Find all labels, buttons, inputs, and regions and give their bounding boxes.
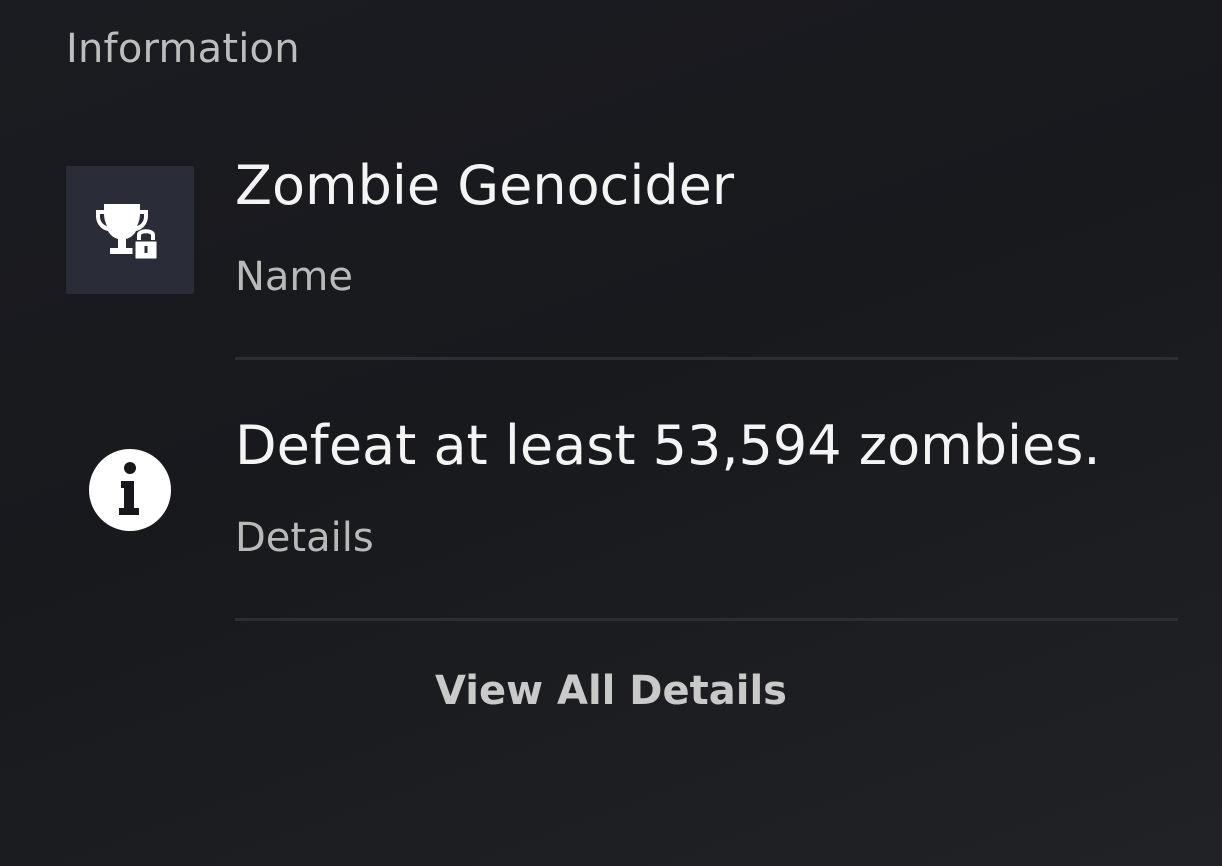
info-icon bbox=[88, 448, 172, 532]
trophy-icon bbox=[96, 204, 160, 262]
divider bbox=[235, 618, 1178, 621]
section-title: Information bbox=[66, 26, 300, 72]
trophy-details-label: Details bbox=[235, 515, 374, 561]
trophy-locked-icon bbox=[66, 166, 194, 294]
lock-icon bbox=[132, 229, 160, 262]
view-all-details-button[interactable]: View All Details bbox=[0, 668, 1222, 714]
divider bbox=[235, 357, 1178, 360]
trophy-name-label: Name bbox=[235, 254, 354, 300]
trophy-details-text: Defeat at least 53,594 zombies. bbox=[235, 414, 1101, 477]
trophy-name: Zombie Genocider bbox=[235, 154, 735, 217]
info-circle-icon bbox=[89, 449, 171, 531]
trophy-information-panel: Information Zombie Genocider Name Defeat… bbox=[0, 0, 1222, 866]
